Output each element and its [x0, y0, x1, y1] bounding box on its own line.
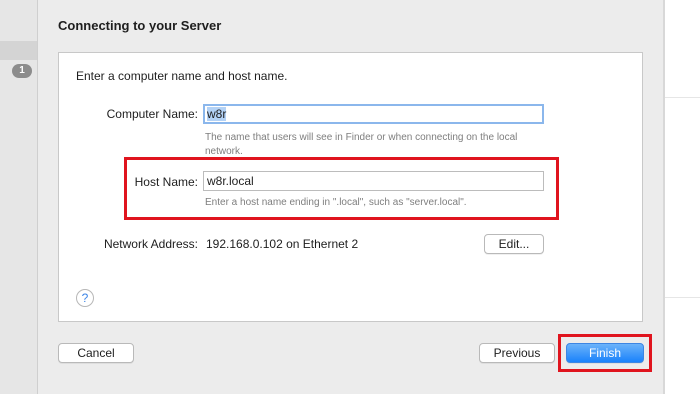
cancel-button[interactable]: Cancel	[58, 343, 134, 363]
network-address-label: Network Address:	[103, 237, 198, 251]
host-name-highlight-box	[124, 157, 559, 220]
dialog-title: Connecting to your Server	[58, 18, 222, 33]
sheet-right-edge	[663, 0, 665, 394]
divider	[665, 97, 700, 98]
previous-button[interactable]: Previous	[479, 343, 555, 363]
sidebar-selected-band	[0, 41, 37, 60]
divider	[665, 297, 700, 298]
background-right-panel	[665, 0, 700, 394]
computer-name-field[interactable]: w8r	[203, 104, 544, 124]
sheet-left-edge	[37, 0, 38, 394]
network-address-value: 192.168.0.102 on Ethernet 2	[206, 237, 359, 251]
computer-name-hint: The name that users will see in Finder o…	[205, 132, 518, 157]
computer-name-value: w8r	[207, 107, 227, 121]
intro-text: Enter a computer name and host name.	[76, 69, 288, 83]
help-icon[interactable]: ?	[76, 289, 94, 307]
background-sidebar: 1	[0, 0, 37, 394]
step-badge: 1	[12, 64, 32, 78]
edit-network-button[interactable]: Edit...	[484, 234, 544, 254]
computer-name-label: Computer Name:	[106, 107, 198, 121]
finish-highlight-box	[558, 334, 652, 372]
